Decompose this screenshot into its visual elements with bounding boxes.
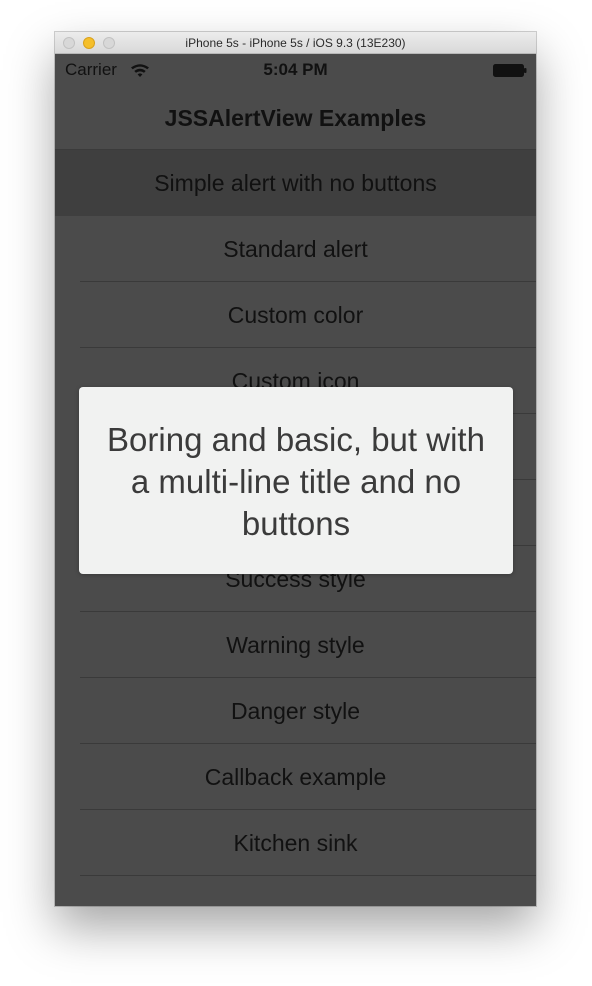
alert-title: Boring and basic, but with a multi-line …	[107, 421, 485, 542]
battery-icon	[493, 64, 527, 77]
list-item-standard-alert[interactable]: Standard alert	[55, 216, 536, 282]
list-item-warning-style[interactable]: Warning style	[55, 612, 536, 678]
status-bar: Carrier 5:04 PM	[55, 54, 536, 84]
alert-dialog[interactable]: Boring and basic, but with a multi-line …	[79, 387, 513, 574]
page-title: JSSAlertView Examples	[164, 105, 427, 131]
list-item-danger-style[interactable]: Danger style	[55, 678, 536, 744]
simulator-window: iPhone 5s - iPhone 5s / iOS 9.3 (13E230)…	[55, 32, 536, 906]
status-time: 5:04 PM	[263, 60, 328, 79]
list-item-custom-color[interactable]: Custom color	[55, 282, 536, 348]
window-titlebar: iPhone 5s - iPhone 5s / iOS 9.3 (13E230)	[55, 32, 536, 54]
navigation-bar: JSSAlertView Examples	[55, 84, 536, 150]
window-title: iPhone 5s - iPhone 5s / iOS 9.3 (13E230)	[185, 36, 406, 50]
list-item-kitchen-sink[interactable]: Kitchen sink	[55, 810, 536, 876]
list-item-simple-alert[interactable]: Simple alert with no buttons	[55, 150, 536, 216]
list-item-callback-example[interactable]: Callback example	[55, 744, 536, 810]
